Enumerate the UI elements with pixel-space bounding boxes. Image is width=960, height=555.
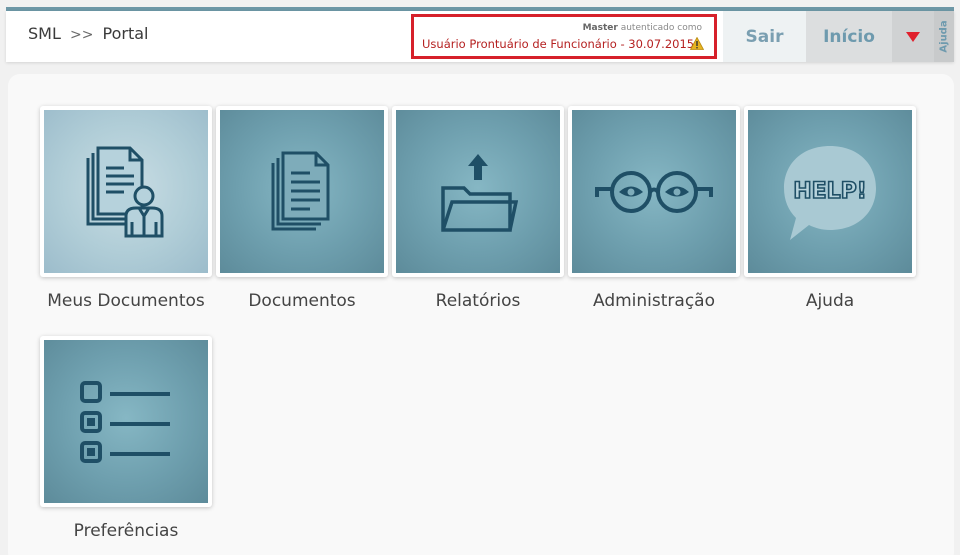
tile-administracao[interactable]: Administração xyxy=(568,106,740,311)
user-documents-icon xyxy=(86,146,164,237)
breadcrumb-separator: >> xyxy=(69,27,94,43)
breadcrumb-root[interactable]: SML xyxy=(28,24,61,43)
tile-relatorios[interactable]: Relatórios xyxy=(392,106,564,311)
auth-text: autenticado como xyxy=(620,23,702,33)
checklist-icon xyxy=(80,380,170,463)
tile-label: Meus Documentos xyxy=(47,291,205,311)
caret-down-icon xyxy=(906,31,920,42)
menu-dropdown-button[interactable] xyxy=(892,11,934,62)
tile-documentos[interactable]: Documentos xyxy=(216,106,388,311)
tile-ajuda[interactable]: HELP! Ajuda xyxy=(744,106,916,311)
auth-user[interactable]: Usuário Prontuário de Funcionário - 30.0… xyxy=(422,37,694,51)
help-bubble-icon: HELP! xyxy=(784,145,876,240)
tile-preferencias[interactable]: Preferências xyxy=(40,336,212,541)
tile-label: Preferências xyxy=(73,521,179,541)
tile-face xyxy=(396,110,560,273)
breadcrumb-current: Portal xyxy=(102,24,149,43)
portal-panel: Meus Documentos Documentos Relatórios Ad… xyxy=(8,74,954,555)
tile-label: Relatórios xyxy=(435,291,521,311)
tile-image xyxy=(40,106,212,277)
auth-role-line: Master autenticado como xyxy=(583,23,702,33)
folder-upload-icon xyxy=(441,153,518,232)
tile-face xyxy=(44,110,208,273)
tile-label: Ajuda xyxy=(805,291,855,311)
tile-label: Administração xyxy=(593,291,715,311)
tile-face xyxy=(220,110,384,273)
tile-face: HELP! xyxy=(748,110,912,273)
tile-image xyxy=(392,106,564,277)
auth-status-box: Master autenticado como Usuário Prontuár… xyxy=(411,14,717,59)
documents-icon xyxy=(271,151,330,230)
home-button[interactable]: Início xyxy=(806,11,892,62)
tile-image xyxy=(40,336,212,507)
auth-role: Master xyxy=(582,23,618,33)
warning-icon xyxy=(690,37,704,50)
tile-face xyxy=(44,340,208,503)
logout-button[interactable]: Sair xyxy=(723,11,806,62)
tile-label: Documentos xyxy=(248,291,356,311)
top-bar: SML >> Portal Master autenticado como Us… xyxy=(6,11,954,62)
breadcrumb: SML >> Portal xyxy=(28,24,149,43)
help-side-tab-label: Ajuda xyxy=(938,20,950,53)
help-side-tab[interactable]: Ajuda xyxy=(934,11,954,62)
tile-face xyxy=(572,110,736,273)
tile-meus-documentos[interactable]: Meus Documentos xyxy=(40,106,212,311)
glasses-icon xyxy=(595,170,713,213)
tile-image xyxy=(568,106,740,277)
tile-image: HELP! xyxy=(744,106,916,277)
tile-image xyxy=(216,106,388,277)
svg-text:HELP!: HELP! xyxy=(793,179,867,204)
